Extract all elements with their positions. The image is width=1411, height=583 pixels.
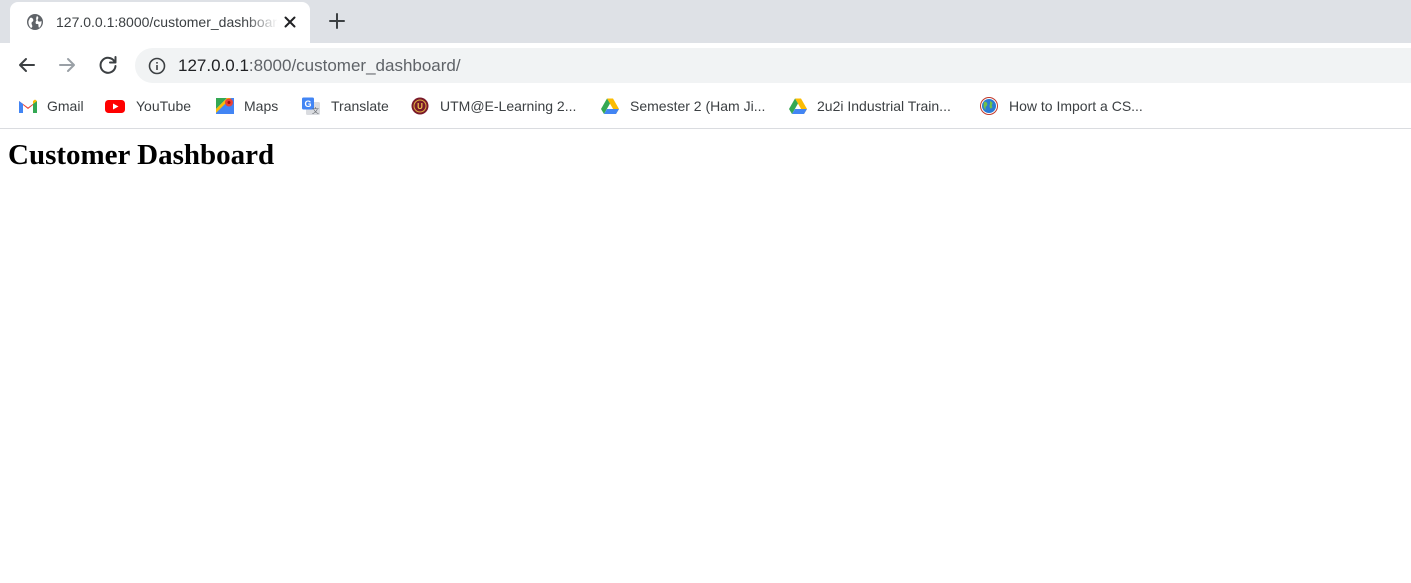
url-text[interactable]: 127.0.0.1:8000/customer_dashboard/ [178,56,461,76]
maps-icon [216,98,234,114]
bookmark-label: 2u2i Industrial Train... [817,98,951,114]
globe-icon [27,14,43,30]
google-drive-icon [601,98,619,114]
active-tab[interactable]: 127.0.0.1:8000/customer_dashboard/ [10,2,310,43]
forward-arrow-icon[interactable] [55,53,79,77]
url-host: 127.0.0.1 [178,56,249,75]
page-title: Customer Dashboard [8,139,275,171]
info-icon[interactable] [148,57,166,75]
bookmark-utm-elearning[interactable]: U UTM@E-Learning 2... [410,96,582,116]
youtube-icon [105,100,125,113]
reload-icon[interactable] [96,53,120,77]
utm-icon: U [411,97,429,115]
bookmark-label: Gmail [47,98,84,114]
bookmark-label: Translate [331,98,389,114]
bookmark-translate[interactable]: G 文 Translate [301,96,393,116]
bookmark-maps[interactable]: Maps [215,96,283,116]
google-drive-icon [789,98,807,114]
svg-text:U: U [417,102,423,111]
toolbar: 127.0.0.1:8000/customer_dashboard/ [0,43,1411,88]
page-content: Customer Dashboard [0,129,1411,583]
translate-icon: G 文 [302,97,320,115]
browser-window: 127.0.0.1:8000/customer_dashboard/ 127.0… [0,0,1411,583]
bookmark-semester-2[interactable]: Semester 2 (Ham Ji... [600,96,770,116]
close-icon[interactable] [280,12,300,32]
url-path: :8000/customer_dashboard/ [248,56,461,75]
bookmark-label: Semester 2 (Ham Ji... [630,98,766,114]
new-tab-plus-icon[interactable] [326,10,348,32]
back-arrow-icon[interactable] [15,53,39,77]
address-bar[interactable]: 127.0.0.1:8000/customer_dashboard/ [135,48,1411,83]
bookmark-label: UTM@E-Learning 2... [440,98,577,114]
bookmark-2u2i-industrial-training[interactable]: 2u2i Industrial Train... [788,96,960,116]
svg-text:G: G [304,99,311,109]
gmail-icon [19,99,37,113]
svg-text:文: 文 [312,106,319,115]
bookmark-label: YouTube [136,98,192,114]
globe-icon [980,97,998,115]
bookmark-how-to-import-csv[interactable]: How to Import a CS... [979,96,1153,116]
bookmark-label: How to Import a CS... [1009,98,1143,114]
bookmark-gmail[interactable]: Gmail [18,96,88,116]
bookmark-label: Maps [244,98,279,114]
bookmarks-bar: Gmail YouTube Maps G 文 Translate U UTM@E… [0,88,1411,129]
tab-title: 127.0.0.1:8000/customer_dashboard/ [56,14,278,30]
tab-strip: 127.0.0.1:8000/customer_dashboard/ [0,0,1411,43]
bookmark-youtube[interactable]: YouTube [105,96,197,116]
